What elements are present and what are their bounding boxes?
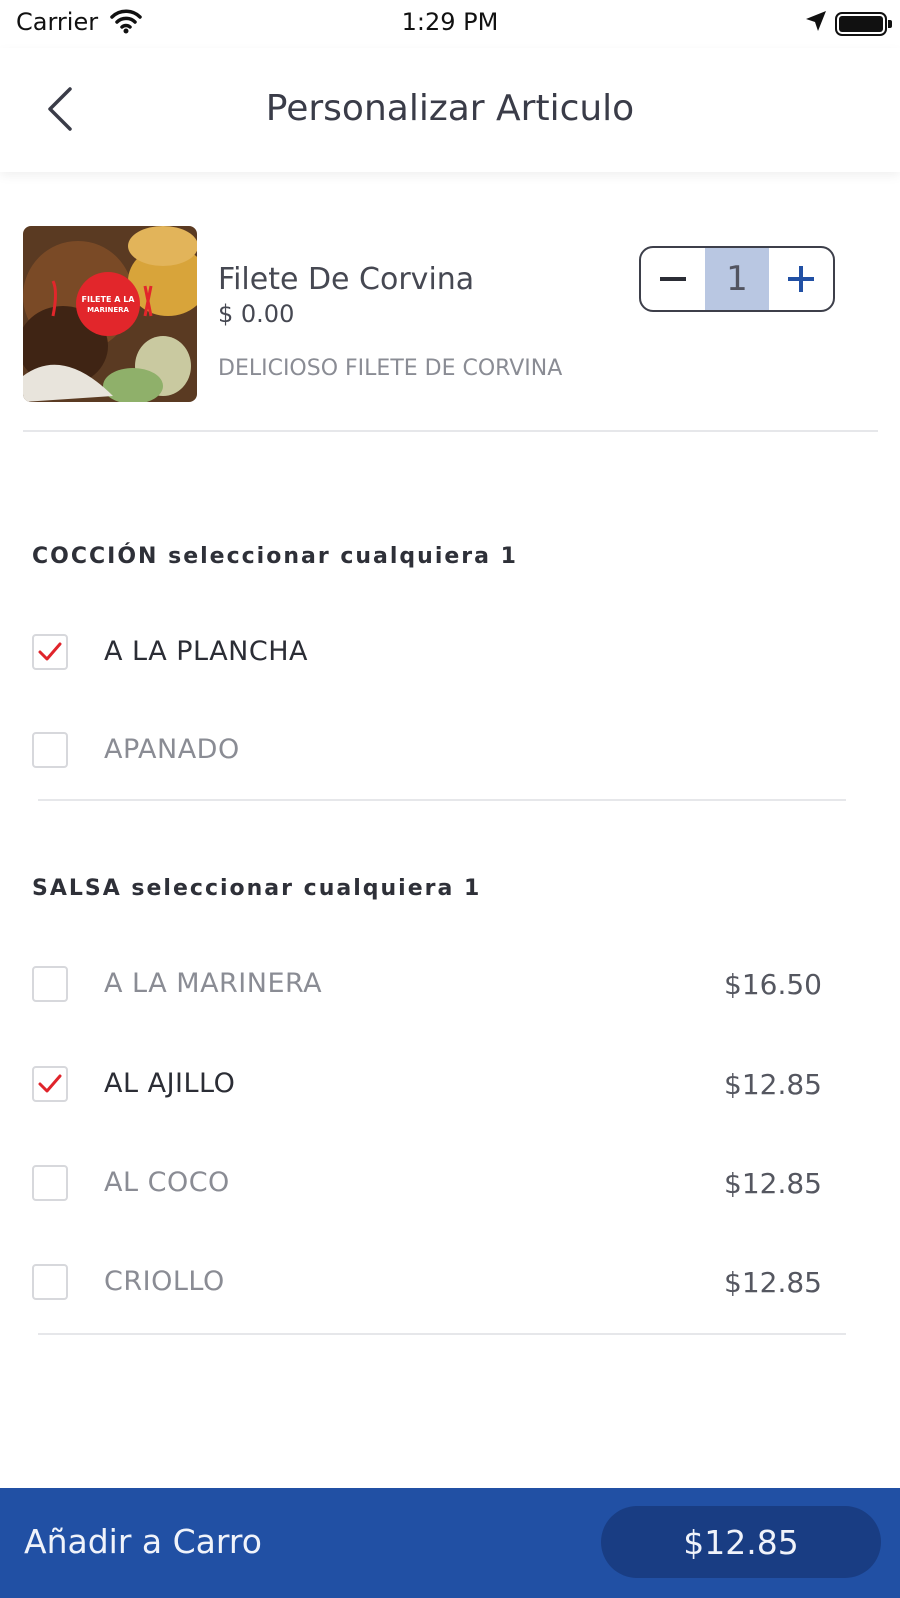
svg-text:FILETE A LA: FILETE A LA: [82, 295, 136, 304]
item-divider: [23, 430, 878, 432]
section-title-salsa: SALSA seleccionar cualquiera 1: [32, 876, 482, 901]
item-name: Filete De Corvina: [218, 262, 475, 297]
checkbox[interactable]: [32, 732, 68, 768]
item-price: $ 0.00: [218, 300, 295, 328]
add-to-cart-button[interactable]: Añadir a Carro $12.85: [0, 1488, 900, 1598]
location-arrow-icon: [805, 10, 827, 36]
item-image: FILETE A LA MARINERA: [23, 226, 197, 402]
option-price: $16.50: [724, 968, 822, 1001]
option-price: $12.85: [724, 1167, 822, 1200]
option-apanado[interactable]: APANADO: [32, 720, 822, 780]
decrement-button[interactable]: [641, 248, 705, 310]
option-criollo[interactable]: CRIOLLO $12.85: [32, 1252, 822, 1312]
item-description: DELICIOSO FILETE DE CORVINA: [218, 356, 563, 381]
add-to-cart-label: Añadir a Carro: [24, 1522, 262, 1561]
option-label: APANADO: [104, 734, 240, 765]
option-price: $12.85: [724, 1068, 822, 1101]
checkbox[interactable]: [32, 966, 68, 1002]
checkmark-icon: [38, 1074, 62, 1093]
section-divider: [38, 1333, 846, 1335]
svg-text:MARINERA: MARINERA: [87, 306, 129, 314]
option-label: A LA PLANCHA: [104, 636, 309, 667]
clock: 1:29 PM: [401, 8, 499, 36]
option-label: CRIOLLO: [104, 1266, 225, 1297]
option-label: AL COCO: [104, 1167, 230, 1198]
option-label: A LA MARINERA: [104, 968, 323, 999]
quantity-stepper[interactable]: 1: [639, 246, 835, 312]
option-al-ajillo[interactable]: AL AJILLO $12.85: [32, 1054, 822, 1114]
increment-button[interactable]: [769, 248, 833, 310]
total-price-pill: $12.85: [601, 1506, 881, 1578]
status-bar: Carrier 1:29 PM: [0, 0, 900, 48]
battery-icon: [835, 12, 892, 36]
plus-icon: [788, 266, 814, 292]
minus-icon: [660, 277, 686, 281]
section-title-coccion: COCCIÓN seleccionar cualquiera 1: [32, 544, 518, 569]
nav-header: Personalizar Articulo: [0, 48, 900, 172]
section-divider: [38, 799, 846, 801]
checkmark-icon: [38, 642, 62, 661]
checkbox[interactable]: [32, 1165, 68, 1201]
checkbox[interactable]: [32, 634, 68, 670]
option-a-la-marinera[interactable]: A LA MARINERA $16.50: [32, 954, 822, 1014]
option-al-coco[interactable]: AL COCO $12.85: [32, 1153, 822, 1213]
checkbox[interactable]: [32, 1264, 68, 1300]
option-label: AL AJILLO: [104, 1068, 236, 1099]
checkbox[interactable]: [32, 1066, 68, 1102]
page-title: Personalizar Articulo: [265, 88, 635, 129]
quantity-value: 1: [705, 248, 769, 310]
option-a-la-plancha[interactable]: A LA PLANCHA: [32, 622, 822, 682]
option-price: $12.85: [724, 1266, 822, 1299]
